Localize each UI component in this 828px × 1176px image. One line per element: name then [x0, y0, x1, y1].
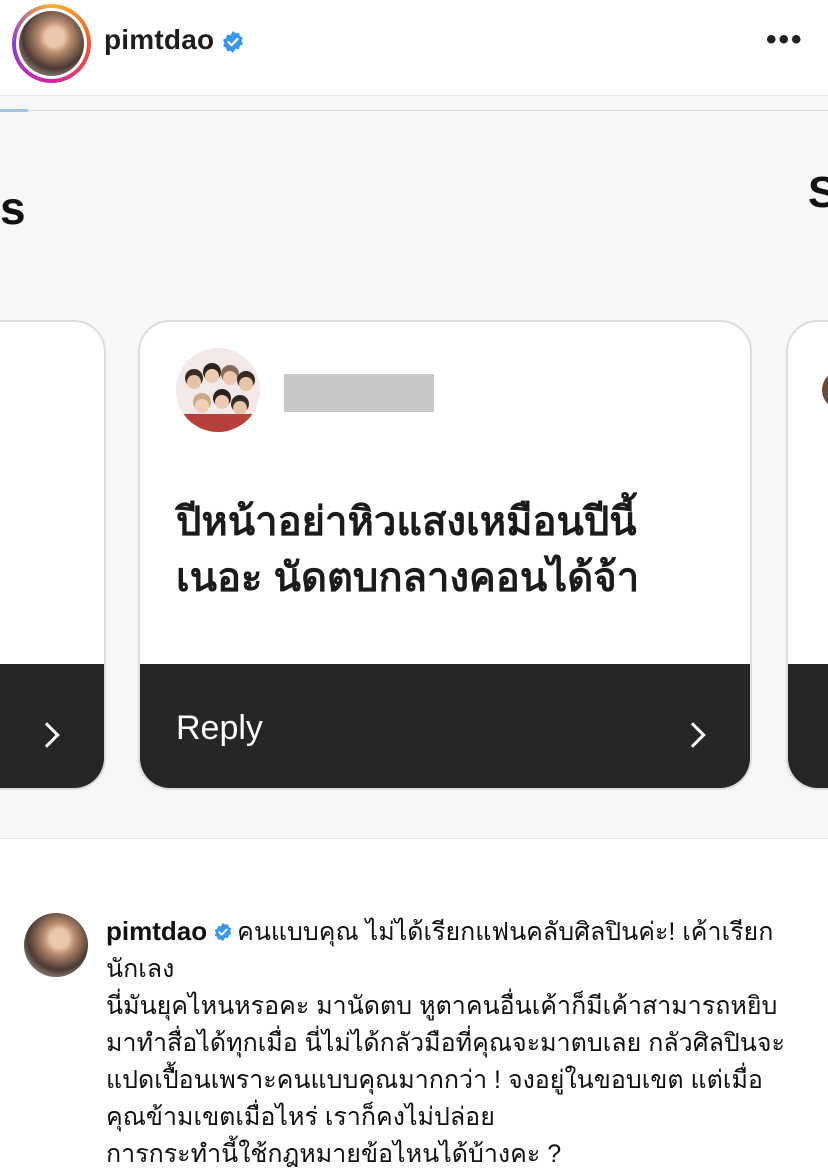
- reply-bar: [788, 664, 828, 788]
- avatar-image: [19, 11, 84, 76]
- more-options-icon[interactable]: •••: [766, 25, 804, 55]
- verified-badge-icon: [214, 922, 232, 942]
- story-avatar[interactable]: [12, 4, 91, 83]
- verified-badge-icon: [223, 31, 243, 53]
- question-card: ปีหน้าอย่าหิวแสงเหมือนปีนี้ เนอะ นัดตบกล…: [138, 320, 752, 790]
- post-image: s S ปีหน้าอย่าหิวแสงเหมือนปีนี้ เนอะ นัด…: [0, 96, 828, 838]
- caption-section: pimtdao คนแบบคุณ ไม่ได้เรียกแฟนคลับศิลปิน…: [0, 838, 828, 1176]
- group-photo-icon: [176, 348, 260, 432]
- chevron-right-icon: [34, 722, 60, 748]
- question-card-right: [786, 320, 828, 790]
- question-card-left: [0, 320, 106, 790]
- caption-text: pimtdao คนแบบคุณ ไม่ได้เรียกแฟนคลับศิลปิน…: [106, 913, 796, 1173]
- caption-line: การกระทำนี้ใช้กฎหมายข้อไหนได้บ้างคะ ?: [106, 1140, 562, 1168]
- fan-avatar: [822, 370, 828, 410]
- fan-avatar: [176, 348, 260, 432]
- reply-label: Reply: [176, 709, 263, 747]
- redacted-username: [284, 374, 434, 412]
- caption-username[interactable]: pimtdao: [106, 916, 207, 946]
- cropped-heading-left: s: [0, 182, 26, 234]
- username[interactable]: pimtdao: [104, 24, 214, 56]
- chevron-right-icon: [680, 722, 706, 748]
- question-text: ปีหน้าอย่าหิวแสงเหมือนปีนี้ เนอะ นัดตบกล…: [176, 494, 736, 606]
- caption-line: นี่มันยุคไหนหรอคะ มานัดตบ หูตาคนอื่นเค้า…: [106, 992, 785, 1131]
- reply-bar: Reply: [140, 664, 750, 788]
- divider: [0, 110, 828, 111]
- caption-avatar[interactable]: [24, 913, 88, 977]
- question-line: ปีหน้าอย่าหิวแสงเหมือนปีนี้: [176, 500, 637, 544]
- avatar-border: [16, 8, 87, 79]
- reply-bar: [0, 664, 104, 788]
- post-header: pimtdao •••: [0, 0, 828, 96]
- progress-indicator: [0, 109, 28, 112]
- cropped-heading-right: S: [808, 168, 828, 217]
- question-line: เนอะ นัดตบกลางคอนได้จ้า: [176, 556, 640, 600]
